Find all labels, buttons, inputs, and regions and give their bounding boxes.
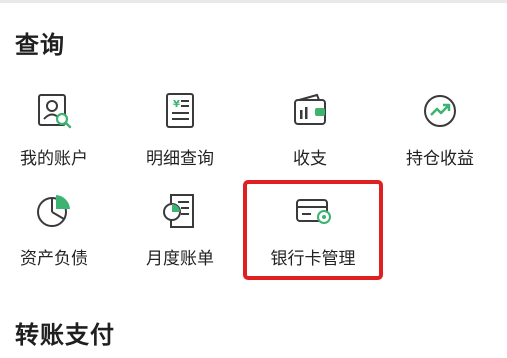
grid-item-label: 我的账户 — [20, 149, 88, 169]
grid-item-label: 持仓收益 — [406, 149, 474, 169]
monthly-bill-icon — [163, 194, 194, 228]
trend-up-icon — [424, 95, 456, 127]
grid-item-label: 明细查询 — [146, 149, 214, 169]
wallet-icon — [294, 93, 326, 125]
section-title-transfer-payment: 转账支付 — [15, 321, 115, 349]
section-title-query: 查询 — [15, 31, 65, 59]
grid-item-income-expense[interactable]: 收支 — [247, 92, 373, 188]
account-search-icon — [38, 94, 72, 129]
grid-item-assets-liabilities[interactable]: 资产负债 — [0, 192, 117, 288]
grid-item-label: 月度账单 — [146, 249, 214, 269]
svg-text:¥: ¥ — [173, 99, 180, 110]
statement-detail-icon: ¥ — [166, 93, 194, 128]
grid-item-detail-query[interactable]: ¥ 明细查询 — [117, 92, 243, 188]
grid-item-holding-profit[interactable]: 持仓收益 — [377, 92, 503, 188]
grid-item-my-account[interactable]: 我的账户 — [0, 92, 117, 188]
highlight-box — [243, 180, 383, 280]
grid-item-monthly-bill[interactable]: 月度账单 — [117, 192, 243, 288]
pie-chart-icon — [37, 195, 70, 227]
grid-item-label: 资产负债 — [20, 249, 88, 269]
top-divider — [0, 0, 507, 3]
grid-item-label: 收支 — [293, 149, 327, 169]
